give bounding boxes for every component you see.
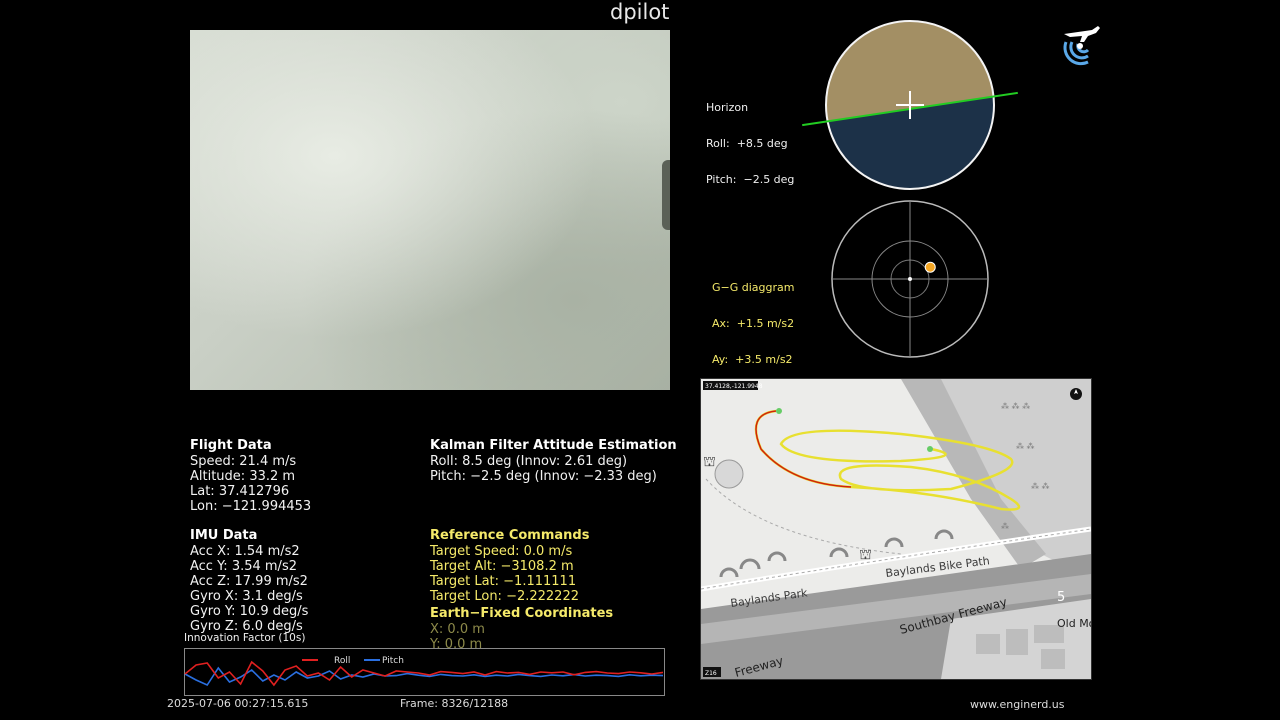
flight-data-panel: Flight Data Speed: 21.4 m/s Altitude: 33… [190, 438, 311, 514]
imu-acc-y: Acc Y: 3.54 m/s2 [190, 559, 297, 574]
website-link[interactable]: www.enginerd.us [970, 698, 1065, 711]
svg-text:⁂ ⁂ ⁂: ⁂ ⁂ ⁂ [1001, 401, 1030, 411]
imu-acc-z: Acc Z: 17.99 m/s2 [190, 574, 308, 589]
svg-text:⁂ ⁂: ⁂ ⁂ [1016, 441, 1035, 451]
map-label-old-mo: Old Mo [1057, 617, 1091, 630]
flight-lon: Lon: −121.994453 [190, 499, 312, 514]
map-canvas: ⁂ ⁂ ⁂ ⁂ ⁂ ⁂ ⁂ ⁂ ⛫ ⛫ Baylands Bike Path B… [701, 379, 1091, 679]
imu-acc-x: Acc X: 1.54 m/s2 [190, 544, 300, 559]
svg-text:⁂: ⁂ [1001, 521, 1009, 531]
reference-commands-panel: Reference Commands Target Speed: 0.0 m/s… [430, 528, 589, 604]
gg-ay: Ay: +3.5 m/s2 [712, 353, 793, 366]
earth-fixed-panel: Earth−Fixed Coordinates X: 0.0 m Y: 0.0 … [430, 606, 613, 650]
imu-data-panel: IMU Data Acc X: 1.54 m/s2 Acc Y: 3.54 m/… [190, 528, 308, 634]
track-start-marker [776, 408, 782, 414]
kalman-heading: Kalman Filter Attitude Estimation [430, 438, 677, 453]
kalman-pitch: Pitch: −2.5 deg (Innov: −2.33 deg) [430, 469, 657, 484]
flight-lat: Lat: 37.412796 [190, 484, 290, 499]
gg-ax: Ax: +1.5 m/s2 [712, 317, 795, 330]
horizon-readout: Horizon Roll: +8.5 deg Pitch: −2.5 deg [706, 78, 794, 198]
legend-pitch-label: Pitch [382, 656, 404, 666]
horizon-pitch: Pitch: −2.5 deg [706, 173, 795, 186]
flight-altitude: Altitude: 33.2 m [190, 469, 296, 484]
target-lat: Target Lat: −1.111111 [430, 574, 577, 589]
attitude-indicator [802, 20, 1018, 190]
map-coord-label: 37.4128,-121.9948 [705, 383, 763, 390]
frame-counter: Frame: 8326/12188 [400, 697, 509, 710]
gg-title: G−G diaggram [712, 281, 795, 294]
svg-text:⁂ ⁂: ⁂ ⁂ [1031, 481, 1050, 491]
imu-data-heading: IMU Data [190, 528, 258, 543]
imu-gyro-x: Gyro X: 3.1 deg/s [190, 589, 303, 604]
camera-edge-shadow [662, 160, 670, 230]
picnic-table-icon: ⛫ [703, 454, 716, 470]
innovation-chart: Roll Pitch [184, 648, 665, 696]
horizon-title: Horizon [706, 101, 749, 114]
picnic-table-icon: ⛫ [859, 547, 872, 563]
target-alt: Target Alt: −3108.2 m [430, 559, 574, 574]
map-label-route: 5 [1057, 590, 1065, 605]
flight-speed: Speed: 21.4 m/s [190, 454, 297, 469]
target-lon: Target Lon: −2.222222 [430, 589, 579, 604]
target-speed: Target Speed: 0.0 m/s [430, 544, 573, 559]
map-zoom-label: Z16 [705, 670, 717, 677]
gg-diagram [831, 200, 989, 358]
flight-data-heading: Flight Data [190, 438, 272, 453]
reference-commands-heading: Reference Commands [430, 528, 590, 543]
kalman-roll: Roll: 8.5 deg (Innov: 2.61 deg) [430, 454, 628, 469]
earth-x: X: 0.0 m [430, 622, 485, 637]
app-title: dpilot [610, 0, 670, 24]
innovation-title: Innovation Factor (10s) [184, 632, 306, 644]
legend-roll-label: Roll [334, 656, 350, 666]
kalman-panel: Kalman Filter Attitude Estimation Roll: … [430, 438, 677, 484]
gg-accel-dot [924, 261, 936, 273]
horizon-roll: Roll: +8.5 deg [706, 137, 788, 150]
gg-center [908, 277, 912, 281]
map-view[interactable]: ⁂ ⁂ ⁂ ⁂ ⁂ ⁂ ⁂ ⁂ ⛫ ⛫ Baylands Bike Path B… [700, 378, 1092, 680]
timestamp: 2025-07-06 00:27:15.615 [167, 697, 309, 710]
gg-readout: G−G diaggram Ax: +1.5 m/s2 Ay: +3.5 m/s2 [712, 258, 794, 378]
earth-fixed-heading: Earth−Fixed Coordinates [430, 606, 614, 621]
track-current-marker [927, 446, 933, 452]
airplane-logo-icon [1063, 26, 1100, 66]
imu-gyro-y: Gyro Y: 10.9 deg/s [190, 604, 309, 619]
camera-feed [190, 30, 670, 390]
